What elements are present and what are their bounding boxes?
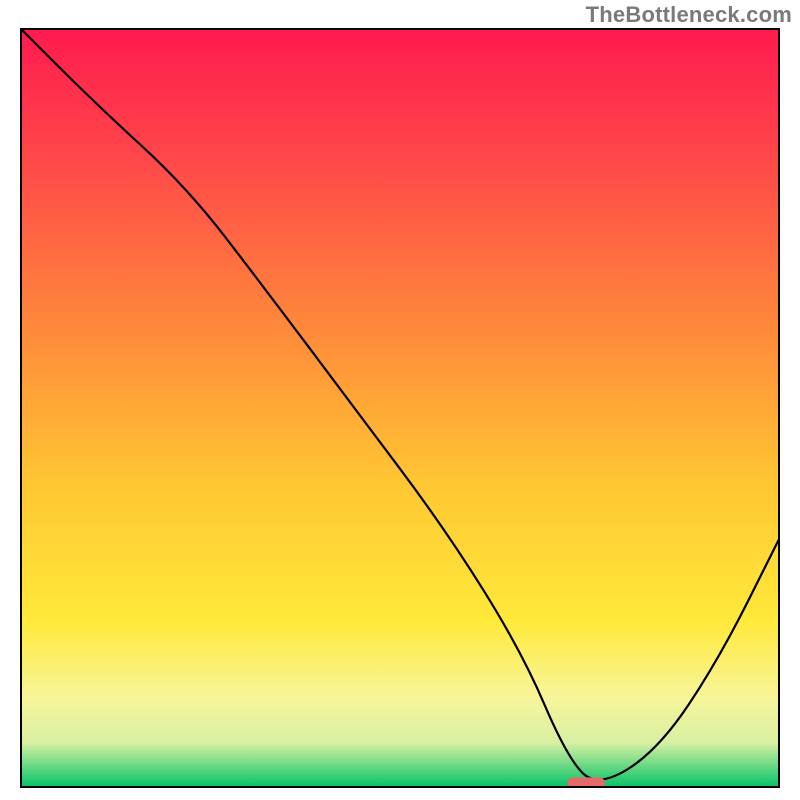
chart-svg xyxy=(20,28,780,788)
watermark-text: TheBottleneck.com xyxy=(586,2,792,28)
chart-background-gradient xyxy=(20,28,780,788)
chart-plot-area xyxy=(20,28,780,788)
